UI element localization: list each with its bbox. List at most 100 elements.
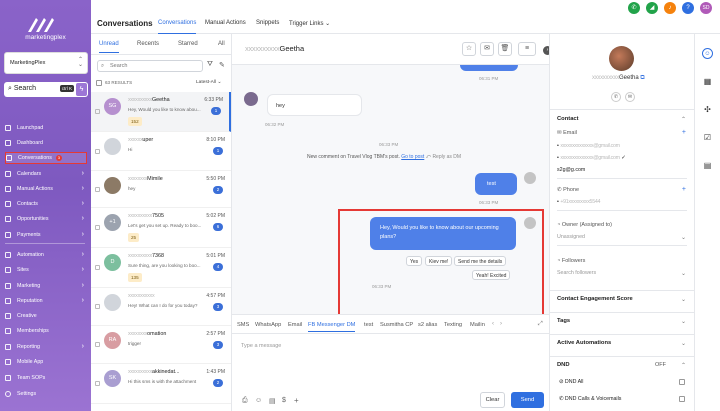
chevron-up-icon[interactable]: ⌃ (681, 362, 686, 369)
attachment-icon[interactable]: ⎙ (242, 397, 248, 405)
clear-button[interactable]: Clear (480, 392, 505, 408)
select-all-checkbox[interactable] (96, 80, 102, 86)
tab-snippets[interactable]: Snippets (256, 20, 279, 26)
tab-conversations[interactable]: Conversations (158, 20, 197, 34)
plus-icon[interactable]: + (294, 396, 299, 405)
add-phone-icon[interactable]: + (682, 186, 686, 193)
channel-tab-susmitha[interactable]: Susmitha CP (380, 322, 413, 328)
section-tags[interactable]: Tags (557, 318, 570, 324)
emoji-icon[interactable]: ☺ (255, 397, 262, 404)
phone-icon[interactable]: ✆ (628, 2, 640, 14)
chevron-down-icon[interactable]: ⌄ (681, 234, 686, 241)
document-icon[interactable]: ▤ (269, 397, 276, 405)
integrations-icon[interactable]: ✣ (702, 104, 713, 115)
go-to-post-link[interactable]: Go to post (401, 154, 424, 160)
chevron-down-icon[interactable]: ⌄ (681, 318, 686, 325)
trash-icon[interactable]: 🗑 (498, 42, 512, 56)
calendar-icon[interactable]: ▦ (702, 76, 713, 87)
owner-select[interactable]: Unassigned (557, 234, 585, 240)
section-engagement-score[interactable]: Contact Engagement Score (557, 296, 633, 302)
send-button[interactable]: Send (511, 392, 544, 408)
account-switcher[interactable]: MarketingPlex ⌃ ⌄ (4, 52, 88, 74)
dnd-all-checkbox[interactable] (679, 379, 685, 385)
quick-reply-button[interactable]: Send me the details (454, 256, 507, 266)
filter-icon[interactable]: ≡ (518, 42, 536, 56)
section-contact[interactable]: Contact (557, 116, 579, 122)
star-icon[interactable]: ☆ (462, 42, 476, 56)
compose-icon[interactable]: ✎ (219, 61, 225, 69)
list-search-input[interactable]: ⌕ Search (97, 60, 203, 72)
quick-reply-button[interactable]: Kiev me! (425, 256, 453, 266)
row-checkbox[interactable] (95, 342, 100, 347)
megaphone-icon[interactable]: ◢ (646, 2, 658, 14)
conversation-row[interactable]: xxxxxxuper Hi 8:10 PM 1 (91, 132, 231, 171)
email-value[interactable]: • xxxxxxxxxxxxxx@gmail.com ✓ (557, 155, 626, 161)
tab-trigger-links[interactable]: Trigger Links ⌄ (289, 20, 330, 27)
task-icon[interactable]: ☑ (702, 132, 713, 143)
email-value[interactable]: s2g@g.com (557, 167, 585, 173)
sidebar-item-opportunities[interactable]: Opportunities › (5, 213, 87, 225)
conversation-row[interactable]: +1 xxxxxxxxxx7505 Let's get you set up. Re… (91, 208, 231, 248)
followers-search[interactable]: Search followers (557, 270, 596, 276)
notes-icon[interactable]: ▤ (702, 160, 713, 171)
dollar-icon[interactable]: $ (282, 397, 286, 404)
quick-reply-button[interactable]: Yes (406, 256, 423, 266)
sidebar-item-memberships[interactable]: Memberships (5, 325, 87, 337)
tab-manual-actions[interactable]: Manual Actions (205, 20, 246, 26)
row-checkbox[interactable] (95, 109, 100, 114)
reply-as-dm-link[interactable]: Reply as DM (432, 154, 461, 160)
chevron-down-icon[interactable]: ⌄ (681, 270, 686, 277)
channel-tab-test[interactable]: test (364, 322, 373, 328)
external-link-icon[interactable]: ⧉ (640, 75, 644, 81)
dnd-calls-checkbox[interactable] (679, 396, 685, 402)
channel-tab-whatsapp[interactable]: WhatsApp (255, 322, 281, 328)
add-email-icon[interactable]: + (682, 129, 686, 136)
sort-dropdown[interactable]: Latest-All ⌄ (196, 80, 221, 85)
sidebar-item-dashboard[interactable]: Dashboard (5, 137, 87, 149)
chevron-right-icon[interactable]: › (500, 321, 502, 327)
channel-tab-fb-messenger[interactable]: FB Messenger DM (308, 322, 356, 332)
archive-icon[interactable]: ✉ (480, 42, 494, 56)
sidebar-item-conversations[interactable]: Conversations 3 (5, 152, 87, 164)
conversation-row[interactable]: xxxxxxxxMimile hey 5:50 PM 2 (91, 171, 231, 208)
conversation-row[interactable]: SK xxxxxxxxxxakkinedat... Hi this sms is w… (91, 364, 231, 404)
section-active-automations[interactable]: Active Automations (557, 340, 611, 346)
avatar[interactable]: SD (700, 2, 712, 14)
tab-all[interactable]: All (218, 41, 225, 47)
mail-icon[interactable]: ✉ (625, 92, 635, 102)
sidebar-item-mobile-app[interactable]: Mobile App (5, 356, 87, 368)
tab-recents[interactable]: Recents (137, 41, 159, 47)
channel-tab-mailin[interactable]: Mailin (470, 322, 485, 328)
sidebar-item-contacts[interactable]: Contacts › (5, 198, 87, 210)
sidebar-item-reporting[interactable]: Reporting › (5, 341, 87, 353)
sidebar-item-creative[interactable]: Creative (5, 310, 87, 322)
row-checkbox[interactable] (95, 225, 100, 230)
row-checkbox[interactable] (95, 304, 100, 309)
section-dnd[interactable]: DND (557, 362, 570, 368)
sidebar-item-launchpad[interactable]: Launchpad (5, 122, 87, 134)
quick-reply-button[interactable]: Yeah! Excited (472, 270, 511, 280)
tab-starred[interactable]: Starred (178, 41, 198, 47)
phone-value[interactable]: • +91xxxxxxxxx5544 (557, 199, 600, 205)
channel-tab-email[interactable]: Email (288, 322, 302, 328)
conversation-row[interactable]: RA xxxxxxxxomation trigger 2:57 PM 3 (91, 326, 231, 364)
sidebar-item-automation[interactable]: Automation › (5, 249, 87, 261)
conversation-row[interactable]: xxxxxxxxxxx Hey! What can I do for you to… (91, 288, 231, 326)
help-icon[interactable]: ? (682, 2, 694, 14)
sidebar-item-reputation[interactable]: Reputation › (5, 295, 87, 307)
sidebar-item-marketing[interactable]: Marketing › (5, 280, 87, 292)
row-checkbox[interactable] (95, 265, 100, 270)
sidebar-item-settings[interactable]: Settings (5, 388, 87, 400)
row-checkbox[interactable] (95, 186, 100, 192)
contact-icon[interactable]: ☺ (702, 48, 713, 59)
channel-tab-texting[interactable]: Texting (444, 322, 462, 328)
sidebar-item-manual-actions[interactable]: Manual Actions › (5, 183, 87, 195)
chevron-down-icon[interactable]: ⌄ (681, 340, 686, 347)
row-checkbox[interactable] (95, 381, 100, 386)
compose-input[interactable]: Type a message (241, 343, 281, 349)
phone-icon[interactable]: ✆ (611, 92, 621, 102)
tab-unread[interactable]: Unread (99, 41, 119, 53)
email-value[interactable]: • xxxxxxxxxxxxxx@gmail.com (557, 143, 620, 149)
quick-action-icon[interactable]: ϟ (76, 83, 87, 96)
filter-icon[interactable]: ⛛ (207, 61, 213, 69)
